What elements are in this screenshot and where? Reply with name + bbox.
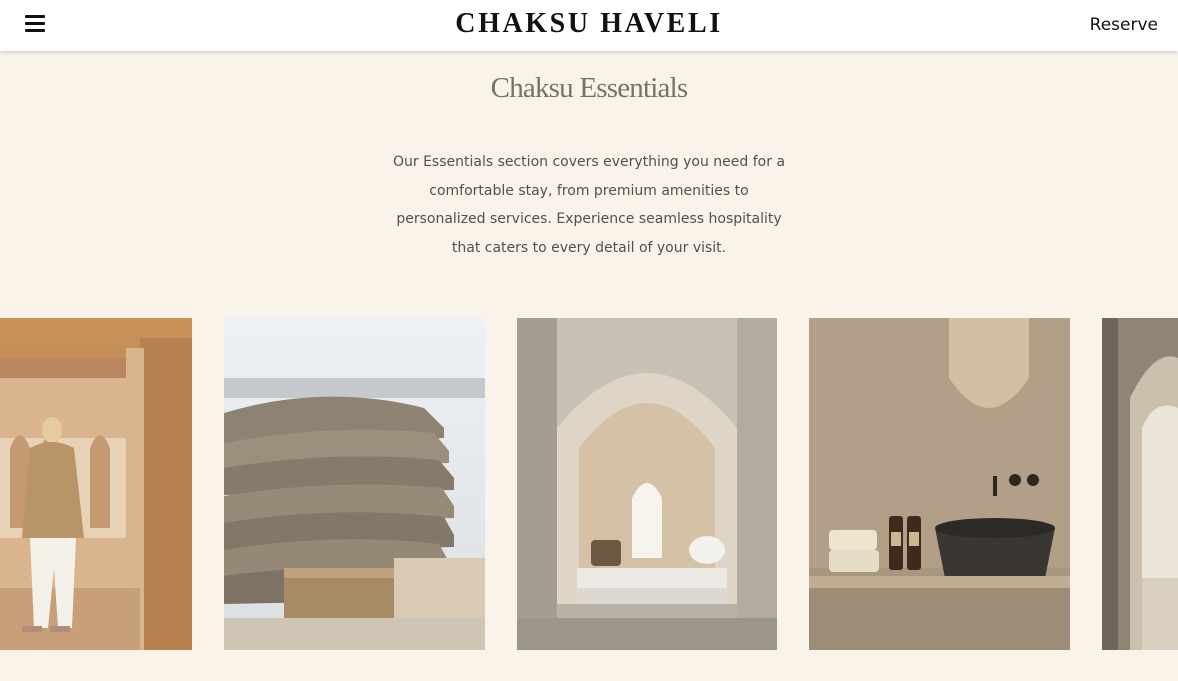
gallery-card-corridor[interactable]	[0, 318, 192, 650]
essentials-gallery	[0, 318, 1178, 650]
description-line: personalized services. Experience seamle…	[396, 211, 782, 228]
description-line: that caters to every detail of your visi…	[451, 240, 727, 257]
reserve-link[interactable]: Reserve	[1090, 15, 1158, 35]
gallery-card-alcove[interactable]	[517, 318, 777, 650]
arched-doorway-photo	[1102, 318, 1178, 650]
folded-linen-stack-photo	[224, 318, 485, 650]
arched-alcove-bed-photo	[517, 318, 777, 650]
gallery-card-linens[interactable]	[224, 318, 485, 650]
top-navigation-bar: CHAKSU HAVELI Reserve	[0, 0, 1178, 51]
section-title: Chaksu Essentials	[490, 72, 688, 104]
brand-logo-text[interactable]: CHAKSU HAVELI	[0, 8, 1178, 40]
description-line: Our Essentials section covers everything…	[392, 154, 786, 170]
gallery-card-doorway[interactable]	[1102, 318, 1178, 650]
description-line: comfortable stay, from premium amenities…	[429, 182, 749, 199]
gallery-card-bathroom[interactable]	[809, 318, 1070, 650]
stone-basin-bathroom-photo	[809, 318, 1070, 650]
section-description: Our Essentials section covers everything…	[369, 148, 809, 263]
woman-in-corridor-photo	[0, 318, 192, 650]
